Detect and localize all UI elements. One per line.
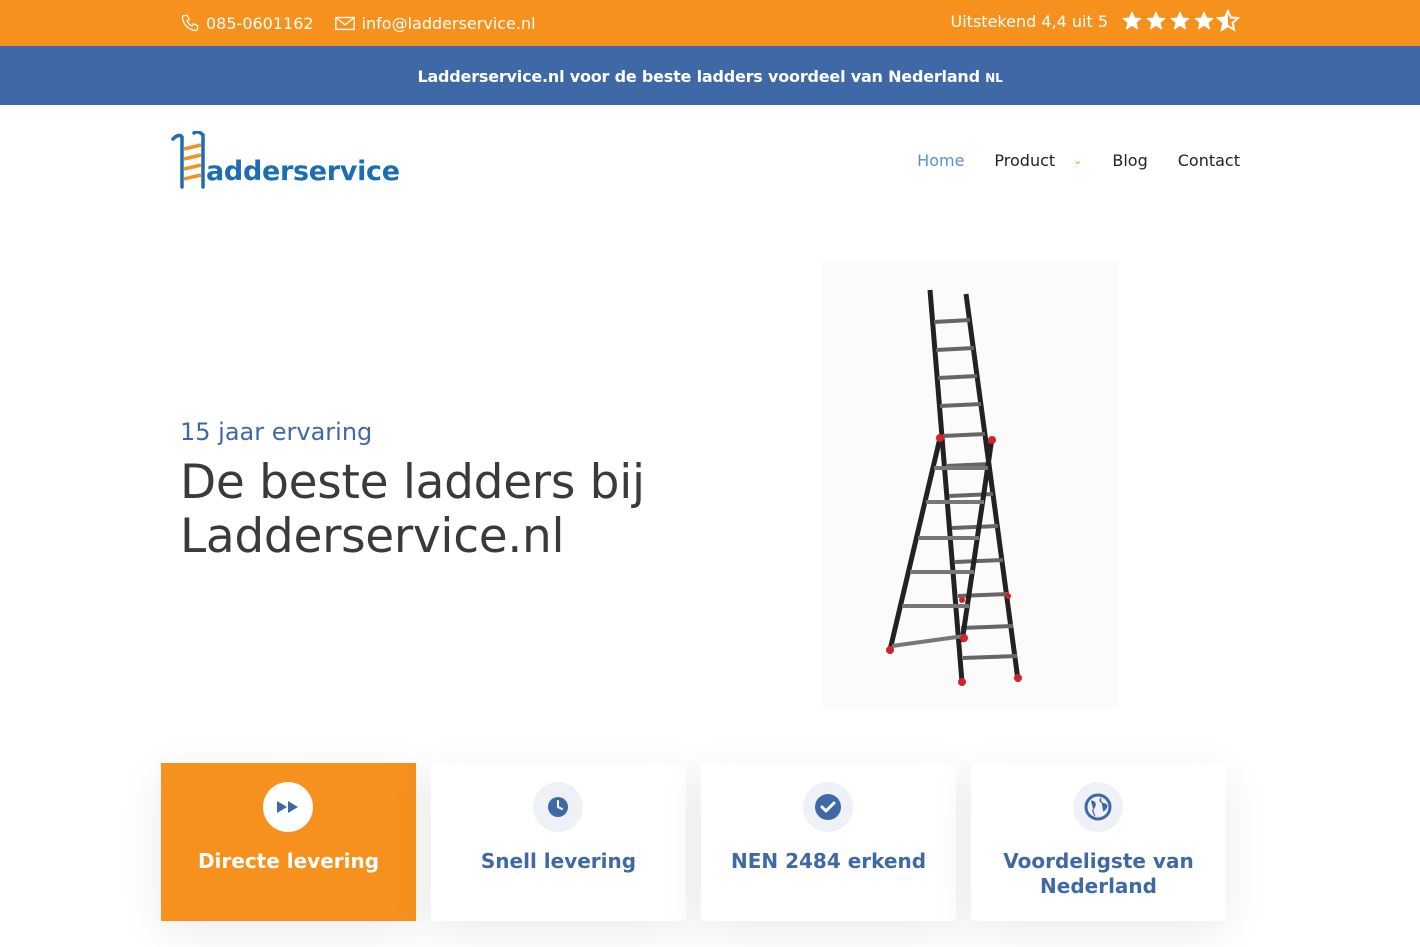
logo[interactable]: adderservice xyxy=(170,131,400,189)
email-link[interactable]: info@ladderservice.nl xyxy=(334,14,536,33)
ladder-product-image xyxy=(886,289,1022,686)
feature-list: Directe levering Snell levering NEN 2484… xyxy=(161,763,1241,921)
feature-card-direct-delivery[interactable]: Directe levering xyxy=(161,763,416,921)
feature-card-nen-certified[interactable]: NEN 2484 erkend xyxy=(701,763,956,921)
check-circle-icon xyxy=(815,794,841,820)
nav-item-blog[interactable]: Blog xyxy=(1112,151,1147,170)
star-half-icon xyxy=(1216,9,1240,32)
star-icon xyxy=(1194,11,1214,30)
ladder-logo-icon xyxy=(171,131,205,189)
hero-title-line2: Ladderservice.nl xyxy=(180,509,565,564)
promo-bar: Ladderservice.nl voor de beste ladders v… xyxy=(0,46,1420,105)
hero-title-line1: De beste ladders bij xyxy=(180,455,645,510)
rating-text: Uitstekend 4,4 uit 5 xyxy=(950,11,1108,31)
hero-ladder-image xyxy=(822,262,1118,708)
phone-link[interactable]: 085-0601162 xyxy=(180,13,314,33)
phone-icon xyxy=(181,14,199,32)
star-icon xyxy=(1170,11,1190,30)
rating-stars xyxy=(1120,9,1240,33)
star-icon xyxy=(1146,11,1166,30)
feature-label: Snell levering xyxy=(480,849,637,873)
feature-icon-wrapper xyxy=(1073,782,1123,832)
feature-icon-wrapper xyxy=(533,782,583,832)
nav-item-product[interactable]: Product xyxy=(994,151,1055,170)
main-nav: Home Product ⌄ Blog Contact xyxy=(887,151,1240,170)
rating: Uitstekend 4,4 uit 5 xyxy=(951,0,1240,42)
feature-icon-wrapper xyxy=(803,782,853,832)
promo-text: Ladderservice.nl voor de beste ladders v… xyxy=(417,67,980,86)
nav-item-contact[interactable]: Contact xyxy=(1178,151,1240,170)
feature-label: NEN 2484 erkend xyxy=(730,849,927,873)
top-bar: 085-0601162 info@ladderservice.nl Uitste… xyxy=(0,0,1420,46)
promo-suffix: NL xyxy=(985,71,1003,85)
hero-title: De beste ladders bij Ladderservice.nl xyxy=(180,456,720,564)
contact-info: 085-0601162 info@ladderservice.nl xyxy=(180,0,556,46)
chevron-down-icon[interactable]: ⌄ xyxy=(1073,154,1082,167)
nav-item-home[interactable]: Home xyxy=(917,151,964,170)
mail-icon xyxy=(334,16,355,31)
site-header: adderservice Home Product ⌄ Blog Contact xyxy=(0,105,1420,220)
clock-icon xyxy=(548,797,568,817)
feature-card-fast-delivery[interactable]: Snell levering xyxy=(431,763,686,921)
phone-number: 085-0601162 xyxy=(206,13,314,33)
feature-label: Voordeligste van Nederland xyxy=(1003,849,1194,898)
email-address: info@ladderservice.nl xyxy=(361,13,536,33)
fast-forward-icon xyxy=(277,801,298,813)
feature-label: Directe levering xyxy=(197,849,380,873)
feature-card-cheapest[interactable]: Voordeligste van Nederland xyxy=(971,763,1226,921)
star-icon xyxy=(1122,11,1142,30)
hero-subtitle: 15 jaar ervaring xyxy=(180,418,373,446)
globe-icon xyxy=(1084,793,1112,821)
feature-icon-wrapper xyxy=(263,782,313,832)
logo-text: adderservice xyxy=(206,156,400,187)
